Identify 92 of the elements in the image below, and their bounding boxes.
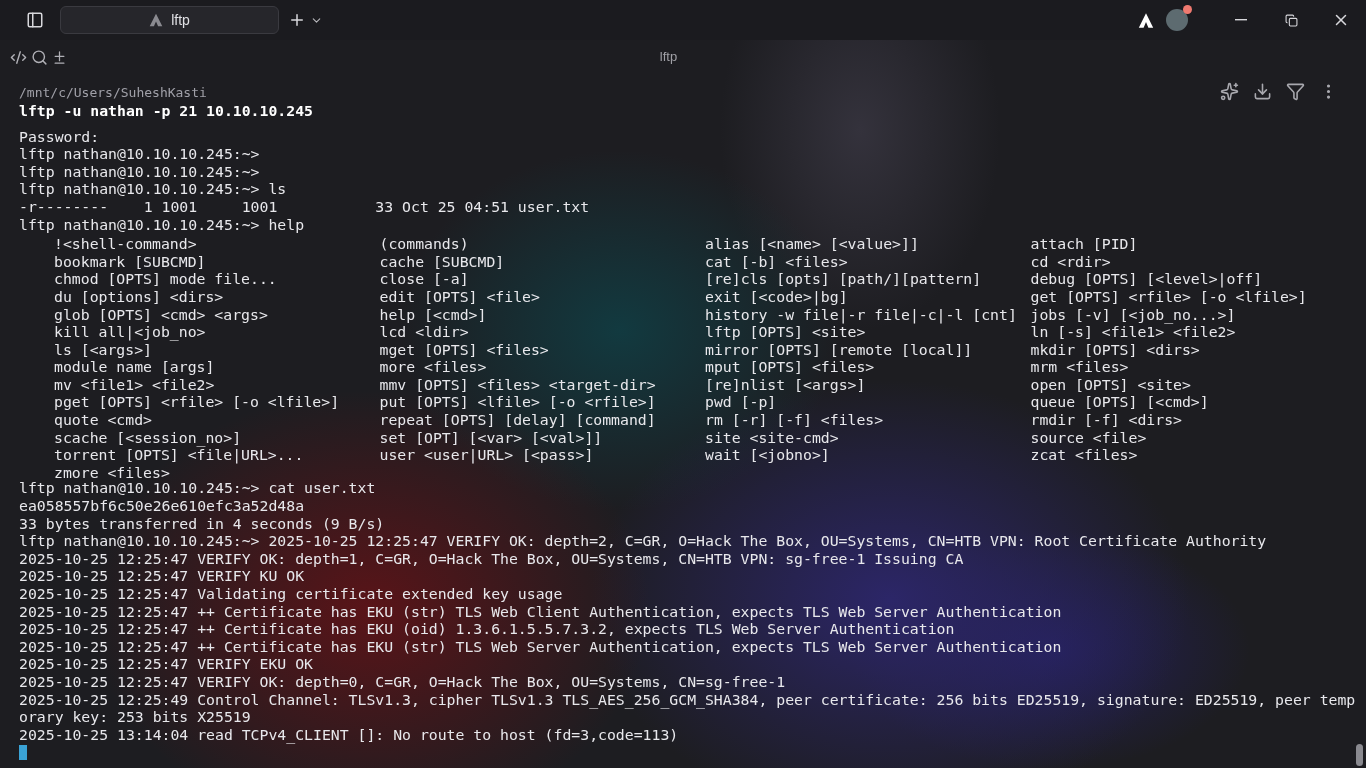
help-entry: attach [PID] [1030, 235, 1138, 253]
help-entry: pwd [-p] [705, 393, 777, 411]
help-entry: [re]cls [opts] [path/][pattern] [705, 270, 982, 288]
help-entry: queue [OPTS] [<cmd>] [1030, 393, 1209, 411]
help-entry: mput [OPTS] <files> [705, 358, 875, 376]
help-entry: close [-a] [379, 270, 469, 288]
help-entry: kill all|<job_no> [54, 323, 206, 341]
terminal-line: 2025-10-25 12:25:47 VERIFY EKU OK [19, 655, 313, 673]
help-entry: zcat <files> [1030, 446, 1138, 464]
help-entry: history -w file|-r file|-c|-l [cnt] [705, 305, 1017, 323]
help-entry: zmore <files> [54, 463, 170, 481]
code-icon[interactable] [10, 48, 27, 66]
help-entry: bookmark [SUBCMD] [54, 252, 206, 270]
help-entry: source <file> [1030, 428, 1147, 446]
help-entry: exit [<code>|bg] [705, 287, 848, 305]
new-tab-button[interactable] [288, 11, 306, 29]
help-entry: rmdir [-f] <dirs> [1030, 411, 1182, 429]
help-entry: help [<cmd>] [379, 305, 487, 323]
help-entry: [re]nlist [<args>] [705, 375, 866, 393]
help-entry: cache [SUBCMD] [379, 252, 505, 270]
terminal-line: -r-------- 1 1001 1001 33 Oct 25 04:51 user.txt [19, 197, 590, 216]
help-entry: scache [<session_no>] [54, 428, 242, 446]
help-entry: repeat [OPTS] [delay] [command] [379, 411, 656, 429]
terminal-tab[interactable]: lftp [60, 6, 279, 34]
sparkles-icon[interactable] [1220, 82, 1239, 101]
terminal-line: lftp nathan@10.10.10.245:~> [19, 145, 260, 163]
help-entry: du [options] <dirs> [54, 287, 224, 305]
scrollbar-thumb[interactable] [1356, 744, 1363, 766]
terminal-line: lftp nathan@10.10.10.245:~> 2025-10-25 12:25:47 VERIFY OK: depth=2, C=GR, O=Hack The Box, OU=Systems, CN=HTB VPN: Root Certificate Authority [19, 532, 1267, 550]
terminal-line: 2025-10-25 12:25:49 Control Channel: TLSv1.3, cipher TLSv1.3 TLS_AES_256_GCM_SHA384, peer certificate: 256 bits ED25519, signature: ED25519, peer temp [19, 690, 1356, 709]
terminal-line: Password: [19, 127, 100, 146]
terminal-line: 2025-10-25 12:25:47 ++ Certificate has EKU (str) TLS Web Server Authentication, expects TLS Web Server Authentication [19, 637, 1062, 656]
help-entry: mirror [OPTS] [remote [local]] [705, 340, 973, 358]
help-entry: cat [-b] <files> [705, 252, 848, 270]
help-entry: lftp [OPTS] <site> [705, 323, 866, 341]
terminal-line: 2025-10-25 12:25:47 VERIFY OK: depth=1, C=GR, O=Hack The Box, OU=Systems, CN=HTB VPN: sg-free-1 Issuing CA [19, 549, 964, 568]
help-entry: pget [OPTS] <rfile> [-o <lfile>] [54, 393, 340, 411]
help-entry: mkdir [OPTS] <dirs> [1030, 340, 1200, 358]
command-line: lftp -u nathan -p 21 10.10.10.245 [19, 101, 313, 120]
help-entry: quote <cmd> [54, 411, 152, 429]
help-entry: get [OPTS] <rfile> [-o <lfile>] [1030, 287, 1307, 305]
terminal-line: lftp nathan@10.10.10.245:~> ls [19, 180, 287, 198]
help-entry: mget [OPTS] <files> [379, 340, 549, 358]
help-entry: chmod [OPTS] mode file... [54, 270, 277, 288]
text-cursor [19, 744, 27, 760]
avatar[interactable] [1166, 9, 1188, 31]
app-logo-icon [1138, 11, 1154, 29]
terminal-line: orary key: 253 bits X25519 [19, 708, 251, 726]
working-directory: /mnt/c/Users/SuheshKasti [19, 84, 207, 102]
terminal-line: lftp nathan@10.10.10.245:~> help [19, 215, 305, 234]
window-title: lftp [659, 48, 678, 67]
terminal-line: 2025-10-25 12:25:47 ++ Certificate has EKU (oid) 1.3.6.1.5.5.7.3.2, expects TLS Web Server Authentication [19, 620, 955, 638]
help-entry: !<shell-command> [54, 235, 197, 253]
help-entry: (commands) [379, 235, 469, 253]
help-entry: site <site-cmd> [705, 428, 839, 446]
help-entry: mv <file1> <file2> [54, 375, 215, 393]
filter-icon[interactable] [1286, 82, 1305, 101]
help-entry: module name [args] [54, 358, 215, 376]
minimize-icon [1235, 19, 1247, 21]
help-entry: glob [OPTS] <cmd> <args> [54, 305, 268, 323]
help-entry: rm [-r] [-f] <files> [705, 411, 884, 429]
terminal-line: 33 bytes transferred in 4 seconds (9 B/s) [19, 514, 385, 533]
help-entry: ln [-s] <file1> <file2> [1030, 323, 1236, 341]
download-icon[interactable] [1253, 82, 1272, 101]
tab-logo-icon [149, 13, 164, 27]
help-entry: cd <rdir> [1030, 252, 1111, 270]
help-entry: jobs [-v] [<job_no...>] [1030, 305, 1236, 323]
terminal-line: ea058557bf6c50e26e610efc3a52d48a [19, 497, 305, 515]
search-icon[interactable] [31, 48, 48, 66]
help-entry: torrent [OPTS] <file|URL>... [54, 446, 304, 464]
terminal-line: lftp nathan@10.10.10.245:~> [19, 162, 260, 181]
help-entry: alias [<name> [<value>]] [705, 235, 919, 253]
terminal-line: 2025-10-25 13:14:04 read TCPv4_CLIENT []: No route to host (fd=3,code=113) [19, 725, 679, 744]
help-entry: put [OPTS] <lfile> [-o <rfile>] [379, 393, 656, 411]
help-entry: edit [OPTS] <file> [379, 287, 540, 305]
terminal-line: lftp nathan@10.10.10.245:~> cat user.txt [19, 479, 376, 498]
terminal-line: 2025-10-25 12:25:47 VERIFY OK: depth=0, C=GR, O=Hack The Box, OU=Systems, CN=sg-free-1 [19, 673, 786, 691]
help-entry: wait [<jobno>] [705, 446, 830, 464]
help-entry: lcd <ldir> [379, 323, 469, 341]
help-entry: user <user|URL> [<pass>] [379, 446, 594, 464]
help-entry: debug [OPTS] [<level>|off] [1030, 270, 1263, 288]
help-entry: ls [<args>] [54, 340, 152, 358]
help-entry: open [OPTS] <site> [1030, 375, 1191, 393]
terminal-line: 2025-10-25 12:25:47 VERIFY KU OK [19, 567, 305, 585]
terminal-line: 2025-10-25 12:25:47 ++ Certificate has EKU (str) TLS Web Client Authentication, expects TLS Web Server Authentication [19, 602, 1062, 621]
plus-minus-icon[interactable] [52, 49, 67, 65]
help-entry: mrm <files> [1030, 358, 1129, 376]
help-entry: set [OPT] [<var> [<val>]] [379, 428, 603, 446]
help-entry: more <files> [379, 358, 487, 376]
restore-icon [1284, 13, 1298, 27]
help-entry: mmv [OPTS] <files> <target-dir> [379, 375, 656, 393]
terminal-line: 2025-10-25 12:25:47 Validating certificate extended key usage [19, 585, 563, 603]
